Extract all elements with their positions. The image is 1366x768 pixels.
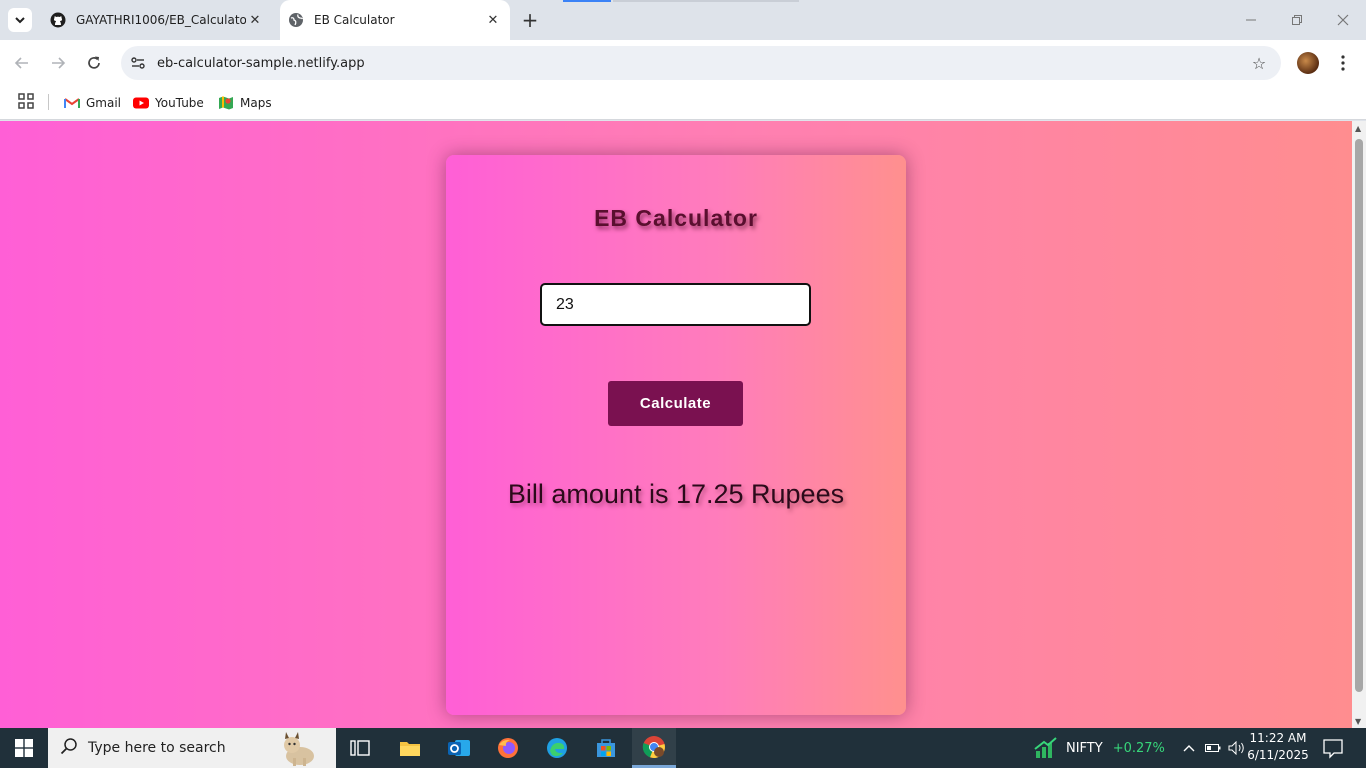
- apps-grid-icon[interactable]: [18, 93, 34, 109]
- calculate-button[interactable]: Calculate: [608, 381, 743, 426]
- chrome-button[interactable]: [632, 728, 676, 768]
- chevron-down-icon: [15, 17, 25, 24]
- battery-button[interactable]: [1202, 728, 1224, 768]
- calculator-card: EB Calculator Calculate Bill amount is 1…: [446, 155, 906, 715]
- store-icon: [597, 739, 615, 757]
- tab-search-button[interactable]: [8, 8, 32, 32]
- lynx-illustration-icon: [284, 732, 314, 766]
- show-hidden-icons-button[interactable]: [1178, 728, 1200, 768]
- forward-button[interactable]: [46, 51, 70, 75]
- browser-toolbar: eb-calculator-sample.netlify.app ☆: [0, 40, 1366, 86]
- start-button[interactable]: [0, 728, 48, 768]
- tab-label: GAYATHRI1006/EB_Calculator: [76, 13, 246, 27]
- taskbar-search[interactable]: Type here to search: [48, 728, 336, 768]
- file-explorer-button[interactable]: [386, 728, 434, 768]
- edge-icon: [547, 738, 567, 758]
- microsoft-store-button[interactable]: [582, 728, 630, 768]
- more-vert-icon: [1341, 55, 1345, 71]
- chrome-icon: [642, 735, 665, 758]
- restore-button[interactable]: [1274, 0, 1320, 40]
- scroll-thumb[interactable]: [1355, 139, 1363, 692]
- new-tab-button[interactable]: +: [518, 8, 542, 32]
- task-view-button[interactable]: [336, 728, 384, 768]
- menu-button[interactable]: [1333, 51, 1353, 75]
- restore-icon: [1292, 15, 1302, 25]
- minimize-icon: [1246, 19, 1256, 21]
- minimize-button[interactable]: [1228, 0, 1274, 40]
- close-icon[interactable]: ✕: [246, 11, 264, 29]
- taskbar: Type here to search NIFTY +0.27% 11:22 A…: [0, 728, 1366, 768]
- maps-icon: [219, 96, 233, 110]
- ticker-name: NIFTY: [1066, 740, 1103, 756]
- task-view-icon: [350, 740, 370, 756]
- ticker-change: +0.27%: [1112, 740, 1165, 756]
- clock-time: 11:22 AM: [1249, 731, 1307, 745]
- globe-icon: [289, 13, 304, 27]
- search-placeholder: Type here to search: [88, 740, 226, 756]
- units-input[interactable]: [540, 283, 811, 326]
- tab-label: EB Calculator: [314, 13, 395, 27]
- tab-strip: GAYATHRI1006/EB_Calculator ✕ EB Calculat…: [0, 0, 1366, 40]
- divider: [48, 94, 49, 110]
- folder-icon: [400, 742, 420, 756]
- chevron-up-icon: [1183, 745, 1195, 752]
- system-clock[interactable]: 11:22 AM 6/11/2025: [1244, 730, 1312, 764]
- gmail-icon: [64, 98, 80, 108]
- bookmark-label: Maps: [240, 96, 272, 110]
- close-icon: [1337, 14, 1349, 26]
- edge-button[interactable]: [533, 728, 581, 768]
- bill-result: Bill amount is 17.25 Rupees: [507, 479, 845, 509]
- tab-github[interactable]: GAYATHRI1006/EB_Calculator ✕: [40, 0, 272, 40]
- stock-ticker[interactable]: NIFTY +0.27%: [1034, 728, 1165, 768]
- notification-icon[interactable]: [1322, 737, 1344, 759]
- close-icon[interactable]: ✕: [484, 11, 502, 29]
- youtube-icon: [133, 97, 149, 109]
- bookmarks-bar: Gmail YouTube Maps: [0, 86, 1366, 120]
- outlook-button[interactable]: [435, 728, 483, 768]
- bookmark-label: YouTube: [155, 96, 204, 110]
- page-title: EB Calculator: [594, 205, 758, 231]
- outlook-icon: [448, 740, 470, 756]
- page-background: EB Calculator Calculate Bill amount is 1…: [0, 121, 1352, 728]
- scrollbar[interactable]: ▲ ▼: [1352, 121, 1366, 728]
- bookmark-youtube[interactable]: YouTube: [133, 92, 204, 114]
- bookmark-maps[interactable]: Maps: [218, 92, 272, 114]
- github-icon: [50, 12, 66, 28]
- firefox-icon: [498, 738, 518, 758]
- close-window-button[interactable]: [1320, 0, 1366, 40]
- bookmark-label: Gmail: [86, 96, 122, 110]
- battery-icon: [1205, 744, 1221, 752]
- stock-chart-icon: [1034, 737, 1057, 758]
- clock-date: 6/11/2025: [1247, 748, 1309, 762]
- reload-button[interactable]: [82, 51, 106, 75]
- site-info-icon[interactable]: [127, 52, 149, 74]
- windows-icon: [15, 739, 33, 757]
- reload-icon: [88, 56, 100, 69]
- tab-eb-calculator[interactable]: EB Calculator ✕: [280, 0, 510, 40]
- url-text: eb-calculator-sample.netlify.app: [157, 55, 365, 71]
- scroll-down-icon[interactable]: ▼: [1355, 717, 1361, 726]
- search-icon: [60, 737, 78, 759]
- tab-indicator-track: [613, 0, 799, 2]
- firefox-button[interactable]: [484, 728, 532, 768]
- bookmark-star-icon[interactable]: ☆: [1249, 53, 1269, 73]
- back-button[interactable]: [10, 51, 34, 75]
- address-bar[interactable]: eb-calculator-sample.netlify.app ☆: [121, 46, 1281, 80]
- bookmark-gmail[interactable]: Gmail: [64, 92, 121, 114]
- tab-indicator: [563, 0, 611, 2]
- profile-avatar[interactable]: [1297, 52, 1319, 74]
- scroll-up-icon[interactable]: ▲: [1355, 124, 1361, 133]
- arrow-right-icon: [52, 57, 66, 69]
- arrow-left-icon: [14, 57, 28, 69]
